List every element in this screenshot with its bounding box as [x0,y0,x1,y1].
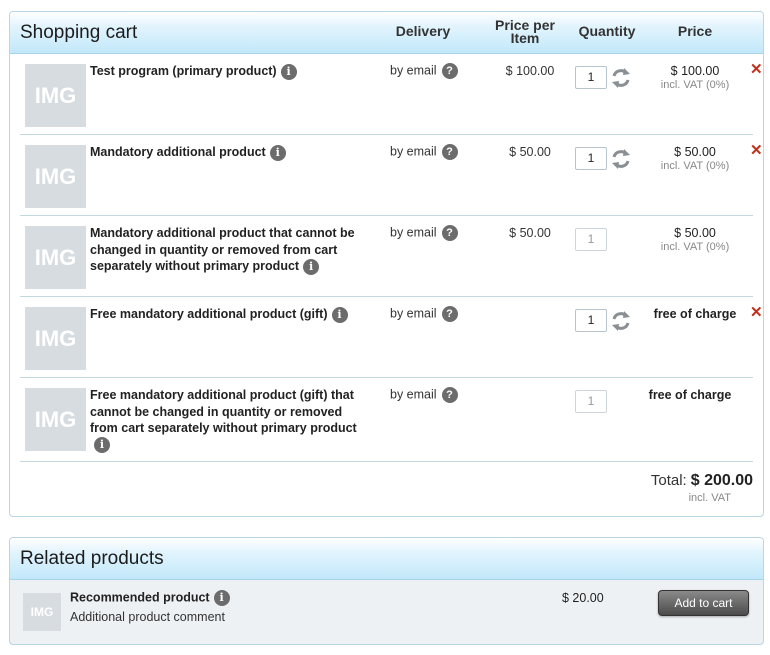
total-amount: $ 200.00 [690,472,753,489]
cart-header: Shopping cart Delivery Price per Item Qu… [10,12,763,54]
delivery-method: by email? [390,144,458,160]
refresh-icon[interactable] [610,310,632,332]
vat-note: incl. VAT (0%) [660,160,730,172]
related-title: Related products [20,548,164,569]
delivery-column-header: Delivery [395,23,451,39]
total-label: Total: [650,472,687,489]
info-icon[interactable]: i [303,258,320,275]
related-product-name-text[interactable]: Recommended product [70,590,210,604]
cart-item-row: IMG Free mandatory additional product (g… [20,378,753,462]
price-column-header: Price [677,23,713,39]
related-product-price: $ 20.00 [562,591,604,605]
remove-icon[interactable]: ✕ [750,305,763,321]
product-name-text[interactable]: Test program (primary product) [90,64,277,78]
cart-item-row: IMG Test program (primary product) i by e… [20,54,763,135]
line-price: $ 100.00 incl. VAT (0%) [645,64,745,91]
delivery-text: by email [390,306,437,321]
product-name-text[interactable]: Free mandatory additional product (gift)… [90,388,357,435]
product-thumbnail[interactable]: IMG [25,145,86,208]
refresh-icon[interactable] [610,67,632,89]
unit-price: $ 50.00 [509,145,551,159]
quantity-input[interactable]: 1 [575,66,607,89]
product-thumbnail[interactable]: IMG [25,388,86,451]
info-icon[interactable]: i [213,590,230,606]
price-value: $ 50.00 [674,145,716,159]
add-to-cart-button[interactable]: Add to cart [658,590,749,616]
help-icon[interactable]: ? [441,387,458,403]
related-products-panel: Related products IMG Recommended product… [9,537,764,645]
product-name: Mandatory additional product that cannot… [90,225,370,275]
cart-total: Total: $ 200.00 incl. VAT [651,472,753,504]
cart-title: Shopping cart [20,22,138,43]
delivery-text: by email [390,225,437,240]
price-per-item-header-line2: Item [510,30,540,46]
product-thumbnail[interactable]: IMG [25,64,86,127]
price-value: $ 100.00 [670,64,720,78]
related-product-comment: Additional product comment [70,610,225,624]
price-value: $ 50.00 [674,226,716,240]
shopping-cart-panel: Shopping cart Delivery Price per Item Qu… [9,11,764,517]
unit-price: $ 100.00 [505,64,555,78]
price-per-item-column-header: Price per Item [485,18,565,46]
delivery-method: by email? [390,387,458,403]
cart-item-row: IMG Free mandatory additional product (g… [20,297,763,378]
delivery-method: by email? [390,306,458,322]
product-thumbnail[interactable]: IMG [25,226,86,289]
info-icon[interactable]: i [280,63,297,80]
vat-note: incl. VAT (0%) [660,79,730,91]
related-product-name: Recommended product i [70,590,230,606]
cart-item-row: IMG Mandatory additional product i by ema… [20,135,763,216]
quantity-display: 1 [575,390,607,413]
remove-icon[interactable]: ✕ [750,62,763,78]
line-price: free of charge [645,307,745,321]
unit-price: $ 50.00 [509,226,551,240]
delivery-method: by email? [390,225,458,241]
delivery-text: by email [390,144,437,159]
quantity-input[interactable]: 1 [575,147,607,170]
product-name-text[interactable]: Free mandatory additional product (gift) [90,307,328,321]
product-name: Free mandatory additional product (gift)… [90,387,370,454]
line-price: $ 50.00 incl. VAT (0%) [645,226,745,253]
help-icon[interactable]: ? [441,63,458,79]
delivery-method: by email? [390,63,458,79]
price-value: free of charge [648,388,732,402]
remove-icon[interactable]: ✕ [750,143,763,159]
product-thumbnail[interactable]: IMG [25,307,86,370]
info-icon[interactable]: i [331,306,348,323]
help-icon[interactable]: ? [441,306,458,322]
product-name: Free mandatory additional product (gift)… [90,306,370,323]
quantity-input[interactable]: 1 [575,309,607,332]
quantity-column-header: Quantity [578,23,636,39]
help-icon[interactable]: ? [441,225,458,241]
info-icon[interactable]: i [269,144,286,161]
info-icon[interactable]: i [94,437,110,454]
price-value: free of charge [653,307,737,321]
line-price: free of charge [640,388,740,402]
related-header: Related products [10,538,763,580]
delivery-text: by email [390,387,437,402]
product-name-text[interactable]: Mandatory additional product [90,145,266,159]
refresh-icon[interactable] [610,148,632,170]
line-price: $ 50.00 incl. VAT (0%) [645,145,745,172]
product-name: Test program (primary product) i [90,63,370,80]
quantity-display: 1 [575,228,607,251]
product-name: Mandatory additional product i [90,144,370,161]
total-line: Total: $ 200.00 [651,472,753,490]
total-vat-note: incl. VAT [688,492,731,504]
related-product-thumbnail[interactable]: IMG [23,593,61,631]
delivery-text: by email [390,63,437,78]
vat-note: incl. VAT (0%) [660,241,730,253]
help-icon[interactable]: ? [441,144,458,160]
cart-item-row: IMG Mandatory additional product that ca… [20,216,753,297]
